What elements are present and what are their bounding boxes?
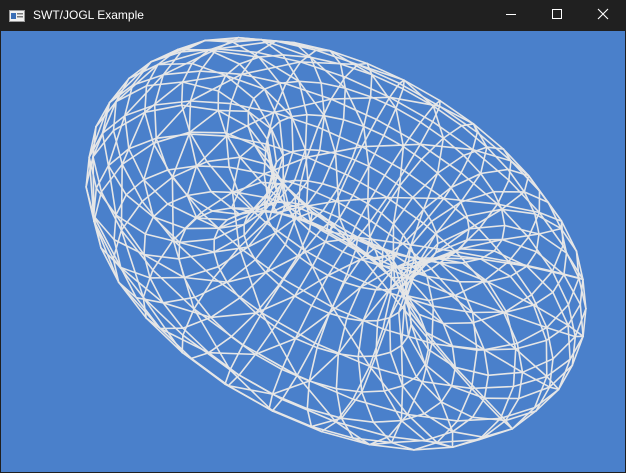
wire-edge-major [304,148,321,152]
maximize-button[interactable] [534,0,580,31]
wire-edge-diagonal [171,176,174,241]
jogl-canvas[interactable] [1,31,625,472]
minimize-icon [505,7,517,25]
wire-edge-minor [189,131,227,134]
wire-edge-minor [157,62,193,66]
wire-edge-minor [294,196,297,219]
wire-edge-major [180,81,184,106]
maximize-icon [551,7,563,25]
wire-edge-major [471,311,508,314]
wire-edge-minor [388,316,392,354]
wire-edge-diagonal [366,165,370,205]
close-button[interactable] [580,0,626,31]
wire-edge-diagonal [386,196,445,200]
wire-edge-major [306,113,326,117]
wire-edge-minor [177,48,210,51]
title-bar[interactable]: SWT/JOGL Example [0,0,626,31]
wire-edge-major [293,179,309,182]
canvas-background [1,31,625,472]
app-window-icon [9,9,25,22]
wire-edge-minor [181,334,184,354]
wire-edge-diagonal [400,344,404,387]
wire-edge-diagonal [120,163,123,231]
app-window: SWT/JOGL Example [0,0,626,473]
minimize-button[interactable] [488,0,534,31]
wire-edge-major [357,355,377,358]
wire-edge-minor [442,321,474,325]
close-icon [597,7,609,25]
wire-edge-major [476,348,517,351]
window-title: SWT/JOGL Example [33,8,144,22]
wire-edge-diagonal [217,109,249,113]
wire-edge-major [360,390,386,393]
torus-wireframe-scene [1,31,625,472]
